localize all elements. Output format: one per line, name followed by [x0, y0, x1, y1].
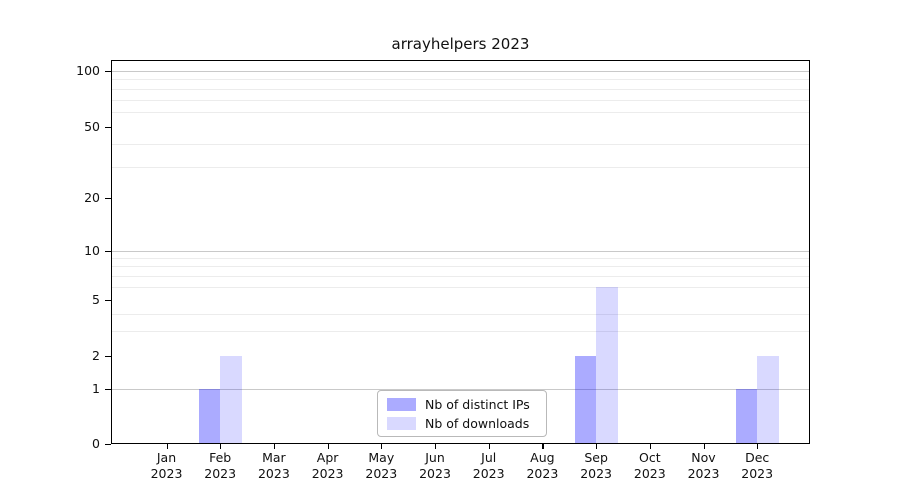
x-tick-label: Sep2023: [566, 450, 626, 481]
y-tick-mark: [105, 127, 111, 128]
x-tick-mark: [435, 444, 436, 449]
y-gridline-major: [112, 71, 809, 72]
x-tick-mark: [596, 444, 597, 449]
x-tick-label-year: 2023: [351, 466, 411, 482]
x-tick-label-year: 2023: [512, 466, 572, 482]
x-tick-label-month: Dec: [727, 450, 787, 466]
y-tick-label: 10: [28, 243, 100, 259]
x-tick-label-month: Nov: [674, 450, 734, 466]
x-tick-label-year: 2023: [727, 466, 787, 482]
x-tick-label: Jan2023: [137, 450, 197, 481]
chart-figure: arrayhelpers 2023 0125102050100Jan2023Fe…: [0, 0, 900, 500]
y-tick-mark: [105, 444, 111, 445]
bar-distinct-ips: [736, 389, 758, 444]
y-gridline-minor: [112, 89, 809, 90]
x-tick-label-month: Jan: [137, 450, 197, 466]
y-tick-label: 5: [28, 292, 100, 308]
legend-item-distinct-ips: Nb of distinct IPs: [387, 397, 537, 412]
x-tick-label-month: Jun: [405, 450, 465, 466]
x-tick-label-year: 2023: [405, 466, 465, 482]
bar-distinct-ips: [199, 389, 221, 444]
bar-distinct-ips: [575, 356, 597, 444]
legend-label-downloads: Nb of downloads: [425, 416, 529, 431]
y-gridline-minor: [112, 331, 809, 332]
y-gridline-minor: [112, 144, 809, 145]
x-tick-mark: [489, 444, 490, 449]
legend-label-distinct-ips: Nb of distinct IPs: [425, 397, 530, 412]
chart-title: arrayhelpers 2023: [111, 35, 810, 53]
x-tick-mark: [328, 444, 329, 449]
x-tick-label-year: 2023: [137, 466, 197, 482]
y-tick-mark: [105, 251, 111, 252]
x-tick-label: May2023: [351, 450, 411, 481]
x-tick-label-month: Oct: [620, 450, 680, 466]
x-tick-label-year: 2023: [674, 466, 734, 482]
axes-frame: [111, 60, 810, 444]
x-tick-label: Feb2023: [190, 450, 250, 481]
y-tick-mark: [105, 198, 111, 199]
legend-swatch-distinct-ips: [387, 398, 416, 411]
bar-downloads: [596, 287, 618, 444]
x-tick-label-month: Mar: [244, 450, 304, 466]
bar-downloads: [220, 356, 242, 444]
x-tick-label: Mar2023: [244, 450, 304, 481]
y-tick-mark: [105, 300, 111, 301]
y-tick-mark: [105, 71, 111, 72]
x-tick-mark: [274, 444, 275, 449]
y-gridline-major: [112, 251, 809, 252]
y-gridline-minor: [112, 100, 809, 101]
y-tick-label: 0: [28, 436, 100, 452]
bar-downloads: [757, 356, 779, 444]
x-tick-label: Dec2023: [727, 450, 787, 481]
x-tick-mark: [542, 444, 543, 449]
x-tick-label: Oct2023: [620, 450, 680, 481]
x-tick-label-month: Feb: [190, 450, 250, 466]
y-gridline-minor: [112, 287, 809, 288]
x-tick-mark: [704, 444, 705, 449]
x-tick-mark: [757, 444, 758, 449]
x-tick-label-month: Jul: [459, 450, 519, 466]
y-gridline-minor: [112, 258, 809, 259]
x-tick-mark: [167, 444, 168, 449]
x-tick-label-year: 2023: [459, 466, 519, 482]
x-tick-label: Nov2023: [674, 450, 734, 481]
x-tick-label: Jul2023: [459, 450, 519, 481]
x-tick-mark: [381, 444, 382, 449]
y-gridline-minor: [112, 79, 809, 80]
x-tick-label-year: 2023: [620, 466, 680, 482]
y-tick-mark: [105, 356, 111, 357]
x-tick-mark: [220, 444, 221, 449]
y-tick-label: 1: [28, 381, 100, 397]
x-tick-label-year: 2023: [190, 466, 250, 482]
legend-swatch-downloads: [387, 417, 416, 430]
x-tick-label: Aug2023: [512, 450, 572, 481]
x-tick-label-year: 2023: [244, 466, 304, 482]
y-gridline-minor: [112, 112, 809, 113]
x-tick-label: Jun2023: [405, 450, 465, 481]
y-gridline-minor: [112, 314, 809, 315]
y-gridline-minor: [112, 167, 809, 168]
x-tick-label-month: Aug: [512, 450, 572, 466]
x-tick-label-year: 2023: [298, 466, 358, 482]
y-tick-label: 100: [28, 63, 100, 79]
x-tick-label-month: May: [351, 450, 411, 466]
x-tick-mark: [650, 444, 651, 449]
legend: Nb of distinct IPs Nb of downloads: [377, 390, 547, 437]
y-gridline-minor: [112, 266, 809, 267]
x-tick-label-month: Sep: [566, 450, 626, 466]
legend-item-downloads: Nb of downloads: [387, 416, 537, 431]
y-tick-mark: [105, 389, 111, 390]
y-tick-label: 20: [28, 190, 100, 206]
x-tick-label-year: 2023: [566, 466, 626, 482]
y-gridline-minor: [112, 276, 809, 277]
y-tick-label: 50: [28, 119, 100, 135]
y-tick-label: 2: [28, 348, 100, 364]
x-tick-label-month: Apr: [298, 450, 358, 466]
x-tick-label: Apr2023: [298, 450, 358, 481]
